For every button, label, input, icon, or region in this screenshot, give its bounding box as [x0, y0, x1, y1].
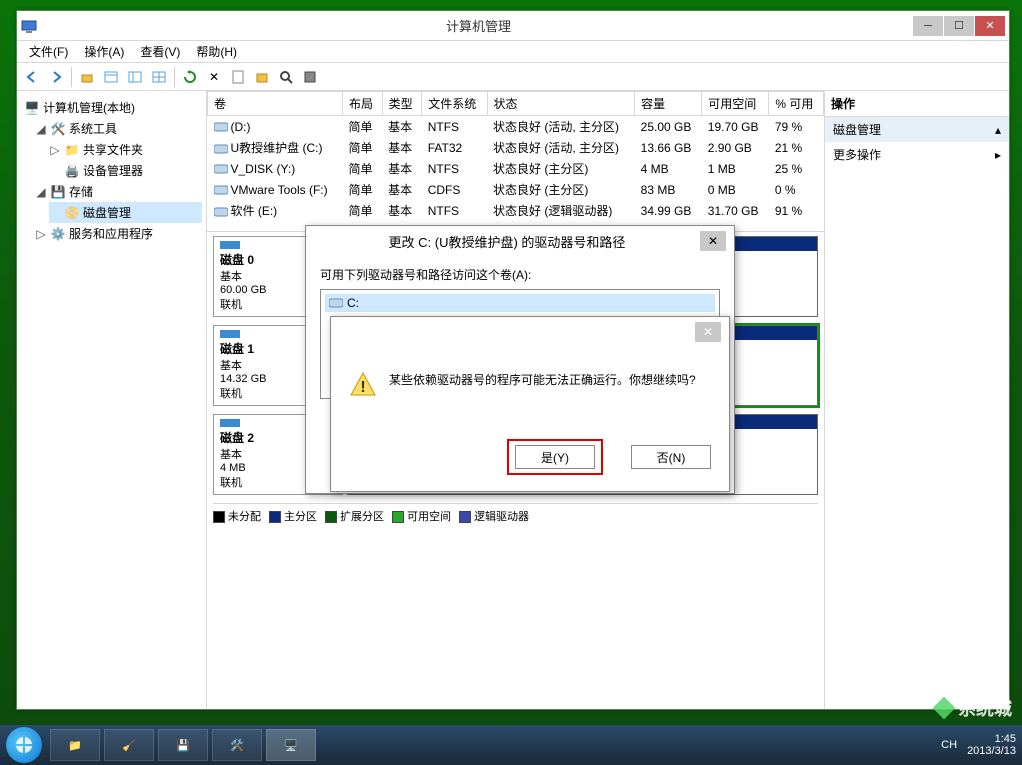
- yes-button[interactable]: 是(Y): [515, 445, 595, 469]
- wrench-icon: 🛠️: [50, 121, 66, 137]
- dialog-title: 更改 C: (U教授维护盘) 的驱动器号和路径: [314, 232, 700, 251]
- table-row[interactable]: (D:)简单基本NTFS状态良好 (活动, 主分区)25.00 GB19.70 …: [208, 116, 824, 138]
- find-icon[interactable]: [275, 66, 297, 88]
- actions-panel: 操作 磁盘管理▴ 更多操作▸: [824, 91, 1009, 709]
- warning-icon: !: [349, 371, 377, 399]
- collapse-icon[interactable]: ◢: [35, 185, 47, 199]
- close-button[interactable]: ✕: [975, 16, 1005, 36]
- disk-icon: 📀: [64, 205, 80, 221]
- up-icon[interactable]: [76, 66, 98, 88]
- list-icon[interactable]: [100, 66, 122, 88]
- maximize-button[interactable]: ☐: [944, 16, 974, 36]
- col-free[interactable]: 可用空间: [702, 92, 769, 116]
- clock-date[interactable]: 2013/3/13: [967, 745, 1016, 757]
- pane-icon[interactable]: [124, 66, 146, 88]
- task-item[interactable]: 🖥️: [266, 729, 316, 761]
- table-row[interactable]: 软件 (E:)简单基本NTFS状态良好 (逻辑驱动器)34.99 GB31.70…: [208, 200, 824, 221]
- services-icon: ⚙️: [50, 226, 66, 242]
- expand-icon[interactable]: ▷: [49, 143, 61, 157]
- table-row[interactable]: VMware Tools (F:)简单基本CDFS状态良好 (主分区)83 MB…: [208, 179, 824, 200]
- actions-diskmgmt[interactable]: 磁盘管理▴: [825, 117, 1009, 142]
- menu-help[interactable]: 帮助(H): [188, 41, 245, 62]
- computer-icon: 🖥️: [24, 100, 40, 116]
- confirm-titlebar: 磁盘管理 ✕: [331, 317, 729, 347]
- col-fs[interactable]: 文件系统: [422, 92, 487, 116]
- menu-action[interactable]: 操作(A): [76, 41, 132, 62]
- col-type[interactable]: 类型: [382, 92, 422, 116]
- task-item[interactable]: 🧹: [104, 729, 154, 761]
- table-icon[interactable]: [148, 66, 170, 88]
- col-status[interactable]: 状态: [487, 92, 635, 116]
- confirm-close-button[interactable]: ✕: [695, 322, 721, 342]
- toolbar: ✕: [17, 63, 1009, 91]
- tree-disk-management[interactable]: ▷📀磁盘管理: [49, 202, 202, 223]
- taskbar: 📁 🧹 💾 🛠️ 🖥️ CH 1:45 2013/3/13: [0, 725, 1022, 765]
- menu-file[interactable]: 文件(F): [21, 41, 76, 62]
- tree-services[interactable]: ▷⚙️服务和应用程序: [35, 223, 202, 244]
- col-layout[interactable]: 布局: [342, 92, 382, 116]
- window-title: 计算机管理: [45, 16, 912, 35]
- tree-device-manager[interactable]: ▷🖨️设备管理器: [49, 160, 202, 181]
- actions-header: 操作: [825, 91, 1009, 117]
- open-icon[interactable]: [251, 66, 273, 88]
- watermark: 系统城: [936, 695, 1012, 721]
- confirm-title: 磁盘管理: [339, 323, 695, 342]
- table-row[interactable]: V_DISK (Y:)简单基本NTFS状态良好 (主分区)4 MB1 MB25 …: [208, 158, 824, 179]
- tree-shared-folders[interactable]: ▷📁共享文件夹: [49, 139, 202, 160]
- svg-text:!: !: [360, 379, 365, 396]
- menubar: 文件(F) 操作(A) 查看(V) 帮助(H): [17, 41, 1009, 63]
- col-pct[interactable]: % 可用: [769, 92, 824, 116]
- system-tray: CH 1:45 2013/3/13: [941, 733, 1016, 757]
- delete-icon[interactable]: ✕: [203, 66, 225, 88]
- language-indicator[interactable]: CH: [941, 739, 957, 751]
- volumes-table: 卷 布局 类型 文件系统 状态 容量 可用空间 % 可用 (D:)简单基本NTF…: [207, 91, 824, 221]
- no-button[interactable]: 否(N): [631, 445, 711, 469]
- legend: 未分配 主分区 扩展分区 可用空间 逻辑驱动器: [213, 503, 818, 528]
- col-capacity[interactable]: 容量: [635, 92, 702, 116]
- tree-storage[interactable]: ◢💾存储: [35, 181, 202, 202]
- watermark-logo-icon: [933, 697, 956, 720]
- back-icon[interactable]: [21, 66, 43, 88]
- minimize-button[interactable]: ─: [913, 16, 943, 36]
- task-item[interactable]: 🛠️: [212, 729, 262, 761]
- start-button[interactable]: [6, 727, 42, 763]
- chevron-up-icon: ▴: [995, 123, 1001, 137]
- tree-root[interactable]: 🖥️计算机管理(本地): [21, 97, 202, 118]
- forward-icon[interactable]: [45, 66, 67, 88]
- dialog-label: 可用下列驱动器号和路径访问这个卷(A):: [320, 266, 720, 283]
- task-item[interactable]: 💾: [158, 729, 208, 761]
- table-row[interactable]: U教授维护盘 (C:)简单基本FAT32状态良好 (活动, 主分区)13.66 …: [208, 137, 824, 158]
- dialog-titlebar: 更改 C: (U教授维护盘) 的驱动器号和路径 ✕: [306, 226, 734, 256]
- expand-icon[interactable]: ▷: [35, 227, 47, 241]
- storage-icon: 💾: [50, 184, 66, 200]
- drive-list-item[interactable]: C:: [325, 294, 715, 312]
- col-volume[interactable]: 卷: [208, 92, 343, 116]
- dialog-close-button[interactable]: ✕: [700, 231, 726, 251]
- chevron-right-icon: ▸: [995, 148, 1001, 162]
- app-icon: [21, 18, 37, 34]
- refresh-icon[interactable]: [179, 66, 201, 88]
- clock-time[interactable]: 1:45: [967, 733, 1016, 745]
- properties-icon[interactable]: [227, 66, 249, 88]
- titlebar: 计算机管理 ─ ☐ ✕: [17, 11, 1009, 41]
- task-item[interactable]: 📁: [50, 729, 100, 761]
- menu-view[interactable]: 查看(V): [132, 41, 188, 62]
- actions-more[interactable]: 更多操作▸: [825, 142, 1009, 167]
- yes-button-highlight: 是(Y): [507, 439, 603, 475]
- tree-system-tools[interactable]: ◢🛠️系统工具: [35, 118, 202, 139]
- collapse-icon[interactable]: ◢: [35, 122, 47, 136]
- tree-panel: 🖥️计算机管理(本地) ◢🛠️系统工具 ▷📁共享文件夹 ▷🖨️设备管理器 ◢💾存…: [17, 91, 207, 709]
- confirm-message: 某些依赖驱动器号的程序可能无法正确运行。你想继续吗?: [389, 371, 696, 389]
- confirm-dialog: 磁盘管理 ✕ ! 某些依赖驱动器号的程序可能无法正确运行。你想继续吗? 是(Y)…: [330, 316, 730, 492]
- device-icon: 🖨️: [64, 163, 80, 179]
- folder-icon: 📁: [64, 142, 80, 158]
- settings-icon[interactable]: [299, 66, 321, 88]
